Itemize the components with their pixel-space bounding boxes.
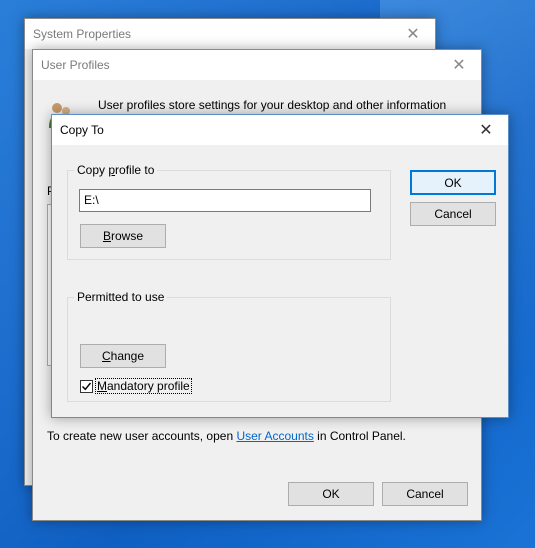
profiles-description: User profiles store settings for your de…	[98, 98, 447, 112]
copy-to-titlebar[interactable]: Copy To ✕	[52, 115, 508, 145]
cancel-button[interactable]: Cancel	[382, 482, 468, 506]
window-title: User Profiles	[41, 58, 110, 72]
copy-profile-group: Copy profile to E:\ Browse	[67, 163, 391, 260]
permitted-group: Permitted to use Change Mandatory profil…	[67, 290, 391, 402]
user-profiles-titlebar[interactable]: User Profiles ✕	[33, 50, 481, 80]
user-accounts-link[interactable]: User Accounts	[236, 429, 313, 443]
system-properties-titlebar[interactable]: System Properties ✕	[25, 19, 435, 49]
ok-button[interactable]: OK	[410, 170, 496, 195]
mandatory-profile-label[interactable]: Mandatory profile	[95, 378, 192, 394]
checkmark-icon	[82, 382, 92, 391]
mandatory-profile-checkbox[interactable]	[80, 380, 93, 393]
browse-button[interactable]: Browse	[80, 224, 166, 248]
copy-to-dialog: Copy To ✕ Copy profile to E:\ Browse Per…	[51, 114, 509, 418]
close-icon[interactable]: ✕	[464, 115, 508, 145]
window-title: Copy To	[60, 123, 104, 137]
cancel-button[interactable]: Cancel	[410, 202, 496, 226]
close-icon[interactable]: ✕	[391, 19, 435, 49]
permitted-legend: Permitted to use	[74, 290, 168, 304]
copy-path-input[interactable]: E:\	[79, 189, 371, 212]
footer-text: To create new user accounts, open User A…	[47, 429, 406, 443]
ok-button[interactable]: OK	[288, 482, 374, 506]
change-button[interactable]: Change	[80, 344, 166, 368]
window-title: System Properties	[33, 27, 132, 41]
copy-profile-legend: Copy profile to	[74, 163, 158, 177]
close-icon[interactable]: ✕	[437, 50, 481, 80]
